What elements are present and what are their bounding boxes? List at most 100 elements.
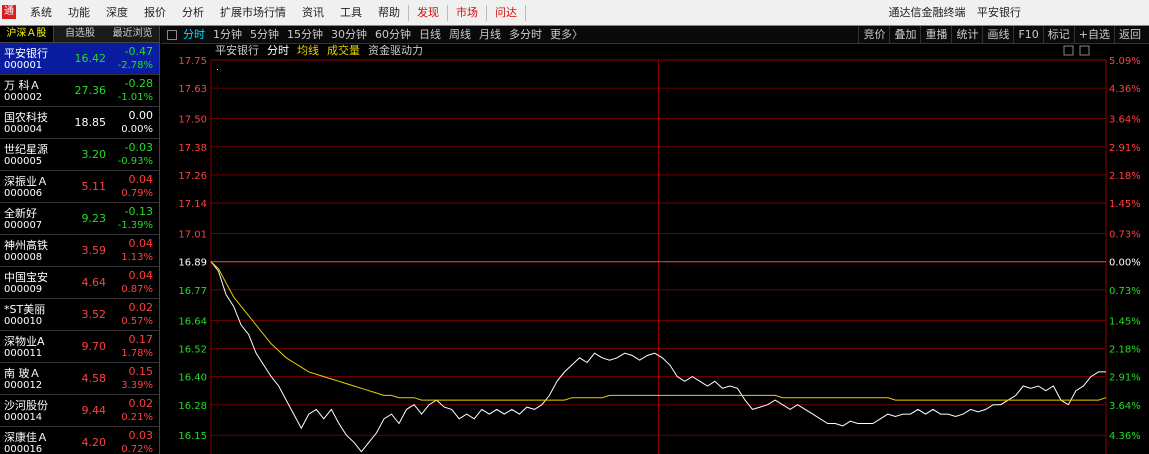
chart-tool-1[interactable]: 叠加 bbox=[889, 26, 920, 43]
y-pct-label: 1.45% bbox=[1109, 316, 1141, 327]
chart-marker bbox=[217, 69, 218, 70]
stock-row[interactable]: 南 玻Ａ 000012 4.58 0.15 3.39% bbox=[0, 363, 159, 395]
menu-item-5[interactable]: 扩展市场行情 bbox=[212, 0, 294, 26]
period-tab-5[interactable]: 60分钟 bbox=[375, 26, 411, 43]
chart-tool-4[interactable]: 画线 bbox=[982, 26, 1013, 43]
stock-change-pct: 0.79% bbox=[121, 188, 153, 199]
stock-row[interactable]: 中国宝安 000009 4.64 0.04 0.87% bbox=[0, 267, 159, 299]
menu-item-6[interactable]: 资讯 bbox=[294, 0, 332, 26]
stock-code: 000012 bbox=[4, 380, 43, 391]
y-pct-label: 2.18% bbox=[1109, 344, 1141, 355]
period-tab-4[interactable]: 30分钟 bbox=[331, 26, 367, 43]
stock-code: 000008 bbox=[4, 252, 43, 263]
stock-row[interactable]: 深物业A 000011 9.70 0.17 1.78% bbox=[0, 331, 159, 363]
chart-tool-0[interactable]: 竞价 bbox=[858, 26, 889, 43]
y-pct-label: 1.45% bbox=[1109, 199, 1141, 210]
period-tab-9[interactable]: 多分时 bbox=[509, 26, 542, 43]
stock-tab-2[interactable]: 最近浏览 bbox=[106, 26, 159, 42]
stock-row[interactable]: 世纪星源 000005 3.20 -0.03 -0.93% bbox=[0, 139, 159, 171]
stock-name: 南 玻Ａ bbox=[4, 367, 41, 380]
stock-code: 000006 bbox=[4, 188, 43, 199]
stock-price: 4.20 bbox=[81, 436, 107, 449]
stock-code: 000011 bbox=[4, 348, 43, 359]
chart-settings-icon[interactable] bbox=[1063, 45, 1074, 56]
y-pct-label: 2.91% bbox=[1109, 373, 1141, 384]
period-tab-0[interactable]: 分时 bbox=[183, 26, 205, 43]
y-tick-label: 16.64 bbox=[178, 316, 207, 327]
y-tick-label: 17.26 bbox=[178, 171, 207, 182]
period-tab-6[interactable]: 日线 bbox=[419, 26, 441, 43]
stock-tab-1[interactable]: 自选股 bbox=[54, 26, 107, 42]
stock-name: *ST美丽 bbox=[4, 303, 46, 316]
y-tick-label: 16.52 bbox=[178, 344, 207, 355]
stock-code: 000005 bbox=[4, 156, 43, 167]
stock-price: 18.85 bbox=[74, 116, 107, 129]
menu-item-2[interactable]: 深度 bbox=[98, 0, 136, 26]
y-pct-label: 5.09% bbox=[1109, 56, 1141, 67]
chart-tool-3[interactable]: 统计 bbox=[951, 26, 982, 43]
chart-tool-2[interactable]: 重播 bbox=[920, 26, 951, 43]
stock-row[interactable]: 全新好 000007 9.23 -0.13 -1.39% bbox=[0, 203, 159, 235]
stock-change: 0.04 bbox=[128, 237, 154, 250]
period-tab-3[interactable]: 15分钟 bbox=[287, 26, 323, 43]
y-pct-label: 2.91% bbox=[1109, 143, 1141, 154]
menu-item-1[interactable]: 功能 bbox=[60, 0, 98, 26]
stock-code: 000002 bbox=[4, 92, 43, 103]
y-tick-label: 17.38 bbox=[178, 143, 207, 154]
stock-price: 9.23 bbox=[81, 212, 107, 225]
chart-header-flow: 资金驱动力 bbox=[368, 44, 423, 57]
period-tab-10[interactable]: 更多〉 bbox=[550, 26, 583, 43]
panel-toggle-icon[interactable] bbox=[167, 30, 177, 40]
stock-change-pct: -1.39% bbox=[117, 220, 153, 231]
menu-item-3[interactable]: 报价 bbox=[136, 0, 174, 26]
stock-price: 5.11 bbox=[81, 180, 107, 193]
menu-highlight-0[interactable]: 发现 bbox=[409, 0, 447, 26]
chart-tool-6[interactable]: 标记 bbox=[1042, 26, 1074, 43]
period-toolbar: 分时 1分钟 5分钟 15分钟 30分钟 60分钟 日线 周线 月线 多分时 更多〉 竞价 叠加 重播统… bbox=[161, 26, 1149, 44]
intraday-chart-svg: 平安银行 分时 均线 成交量 资金驱动力 17.75 5.09% 17.63 4.36% 17.5… bbox=[178, 44, 1141, 454]
stock-change: 0.04 bbox=[128, 269, 154, 282]
menu-item-7[interactable]: 工具 bbox=[332, 0, 370, 26]
stock-row[interactable]: 国农科技 000004 18.85 0.00 0.00% bbox=[0, 107, 159, 139]
stock-row[interactable]: 神州高铁 000008 3.59 0.04 1.13% bbox=[0, 235, 159, 267]
chart-tool-5[interactable]: F10 bbox=[1013, 26, 1042, 43]
y-tick-label: 17.50 bbox=[178, 115, 207, 126]
menu-item-4[interactable]: 分析 bbox=[174, 0, 212, 26]
stock-price: 9.70 bbox=[81, 340, 107, 353]
period-tab-7[interactable]: 周线 bbox=[449, 26, 471, 43]
chart-close-icon[interactable] bbox=[1079, 45, 1090, 56]
stock-code: 000007 bbox=[4, 220, 43, 231]
stock-change-pct: -2.78% bbox=[117, 60, 153, 71]
stock-change: 0.02 bbox=[128, 397, 154, 410]
stock-row[interactable]: 深康佳Ａ 000016 4.20 0.03 0.72% bbox=[0, 427, 159, 454]
stock-change-pct: -0.93% bbox=[117, 156, 153, 167]
stock-change-pct: 0.87% bbox=[121, 284, 153, 295]
stock-tab-0[interactable]: 沪深Ａ股 bbox=[0, 26, 54, 42]
intraday-chart[interactable]: 平安银行 分时 均线 成交量 资金驱动力 17.75 5.09% 17.63 4.36% 17.5… bbox=[161, 44, 1149, 454]
period-tab-8[interactable]: 月线 bbox=[479, 26, 501, 43]
stock-name: 世纪星源 bbox=[4, 143, 48, 156]
stock-row[interactable]: 万 科Ａ 000002 27.36 -0.28 -1.01% bbox=[0, 75, 159, 107]
menu-highlight-1[interactable]: 市场 bbox=[448, 0, 486, 26]
period-tab-1[interactable]: 1分钟 bbox=[213, 26, 242, 43]
stock-change: 0.03 bbox=[128, 429, 154, 442]
stock-change-pct: -1.01% bbox=[117, 92, 153, 103]
chart-tool-7[interactable]: +自选 bbox=[1073, 26, 1114, 43]
stock-price: 27.36 bbox=[74, 84, 107, 97]
period-tab-2[interactable]: 5分钟 bbox=[250, 26, 279, 43]
stock-row[interactable]: *ST美丽 000010 3.52 0.02 0.57% bbox=[0, 299, 159, 331]
y-pct-label: 3.64% bbox=[1109, 401, 1141, 412]
menu-item-0[interactable]: 系统 bbox=[22, 0, 60, 26]
menu-highlight-2[interactable]: 问达 bbox=[487, 0, 525, 26]
stock-name: 平安银行 bbox=[4, 47, 48, 60]
stock-code: 000004 bbox=[4, 124, 43, 135]
chart-tool-8[interactable]: 返回 bbox=[1114, 26, 1145, 43]
period-tabs: 分时 1分钟 5分钟 15分钟 30分钟 60分钟 日线 周线 月线 多分时 更多〉 bbox=[167, 26, 591, 43]
stock-row[interactable]: 沙河股份 000014 9.44 0.02 0.21% bbox=[0, 395, 159, 427]
stock-price: 9.44 bbox=[81, 404, 107, 417]
stock-row[interactable]: 平安银行 000001 16.42 -0.47 -2.78% bbox=[0, 43, 159, 75]
menu-item-8[interactable]: 帮助 bbox=[370, 0, 408, 26]
stock-change-pct: 3.39% bbox=[121, 380, 153, 391]
stock-name: 深振业Ａ bbox=[4, 175, 48, 188]
stock-row[interactable]: 深振业Ａ 000006 5.11 0.04 0.79% bbox=[0, 171, 159, 203]
